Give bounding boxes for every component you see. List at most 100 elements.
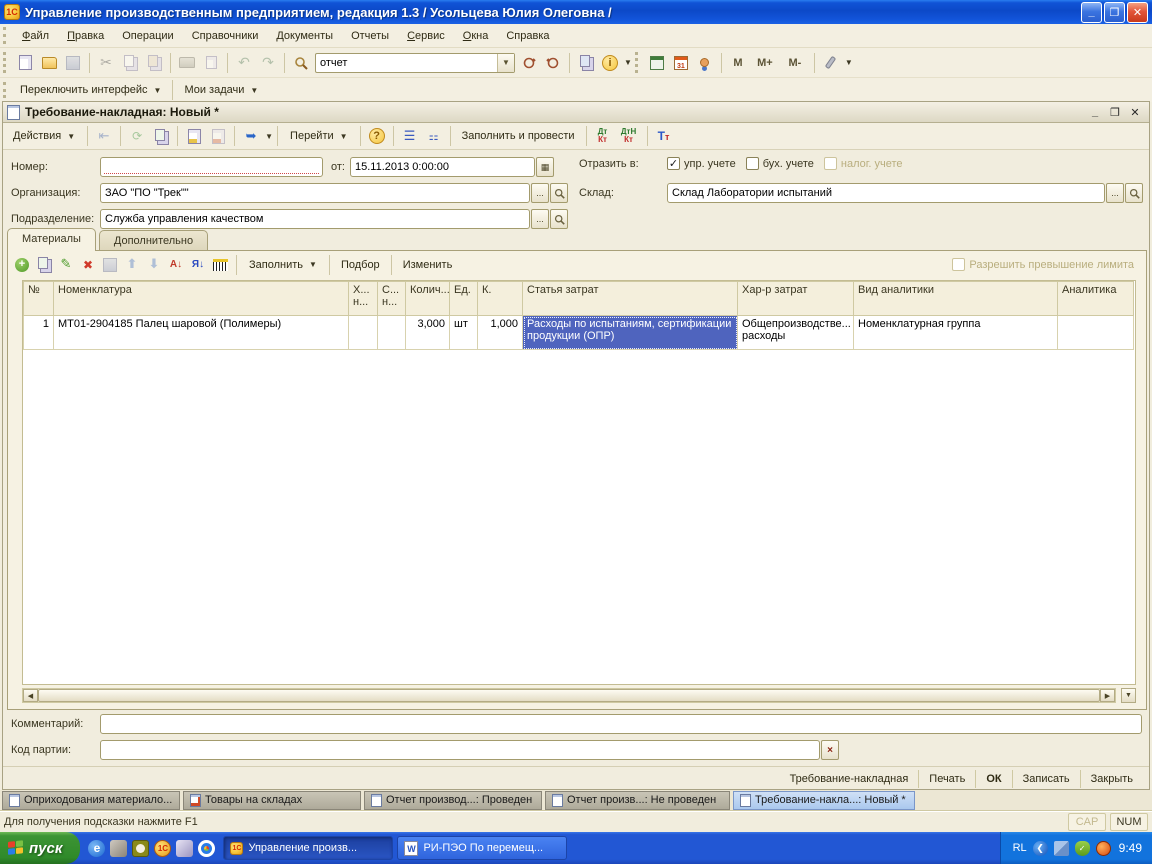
find-next-icon[interactable] bbox=[518, 52, 540, 74]
scrollbar-thumb[interactable] bbox=[38, 689, 1100, 702]
cell-characteristic[interactable] bbox=[348, 315, 378, 350]
cell-cost-nature[interactable]: Общепроизводстве... расходы bbox=[737, 315, 854, 350]
help-icon[interactable]: ? bbox=[366, 125, 388, 147]
menu-help[interactable]: Справка bbox=[497, 27, 558, 45]
menu-references[interactable]: Справочники bbox=[183, 27, 268, 45]
switch-interface-button[interactable]: Переключить интерфейс ▼ bbox=[13, 81, 168, 99]
search-combobox[interactable]: отчет ▼ bbox=[315, 52, 515, 73]
save-button[interactable]: Записать bbox=[1013, 770, 1081, 788]
fill-button[interactable]: Заполнить ▼ bbox=[241, 256, 325, 274]
edit-row-icon[interactable]: ✎ bbox=[56, 255, 76, 275]
col-cost-nature[interactable]: Хар-р затрат bbox=[737, 281, 854, 316]
undo-icon[interactable]: ↶ bbox=[233, 52, 255, 74]
end-edit-icon[interactable] bbox=[100, 255, 120, 275]
chrome-icon[interactable] bbox=[198, 839, 216, 857]
cell-analytics-type[interactable]: Номенклатурная группа bbox=[853, 315, 1058, 350]
goto-button[interactable]: Перейти ▼ bbox=[282, 127, 356, 145]
requisition-invoice-button[interactable]: Требование-накладная bbox=[780, 770, 920, 788]
warehouse-input[interactable]: Склад Лаборатории испытаний bbox=[667, 183, 1105, 203]
memory-recall-button[interactable]: M bbox=[727, 52, 749, 74]
copy-icon[interactable] bbox=[119, 52, 141, 74]
info-icon[interactable]: i bbox=[599, 52, 621, 74]
tab-materials[interactable]: Материалы bbox=[7, 228, 96, 251]
scroll-left-icon[interactable]: ◀ bbox=[23, 689, 38, 702]
task-1c-enterprise[interactable]: 1С Управление произв... bbox=[223, 836, 394, 860]
window-tab-report-posted[interactable]: Отчет производ...: Проведен bbox=[364, 790, 542, 810]
number-input[interactable] bbox=[100, 157, 323, 177]
menu-reports[interactable]: Отчеты bbox=[342, 27, 398, 45]
copy-add-icon[interactable] bbox=[150, 125, 172, 147]
search-icon[interactable] bbox=[290, 52, 312, 74]
move-up-icon[interactable]: ⬆ bbox=[122, 255, 142, 275]
save-icon[interactable] bbox=[62, 52, 84, 74]
list-settings-icon[interactable]: ☰ bbox=[399, 125, 421, 147]
structure-icon[interactable]: ⚏ bbox=[423, 125, 445, 147]
col-coefficient[interactable]: К. bbox=[477, 281, 523, 316]
batch-code-input[interactable] bbox=[100, 740, 820, 760]
tab-additional[interactable]: Дополнительно bbox=[98, 230, 209, 251]
comment-input[interactable] bbox=[100, 714, 1142, 734]
menu-windows[interactable]: Окна bbox=[454, 27, 498, 45]
print-preview-icon[interactable] bbox=[200, 52, 222, 74]
col-analytics-type[interactable]: Вид аналитики bbox=[853, 281, 1058, 316]
mail-app-icon[interactable] bbox=[110, 839, 128, 857]
delete-row-icon[interactable]: ✖ bbox=[78, 255, 98, 275]
search-dropdown-icon[interactable]: ▼ bbox=[497, 53, 514, 72]
open-icon[interactable] bbox=[38, 52, 60, 74]
cell-series[interactable] bbox=[377, 315, 406, 350]
actions-button[interactable]: Действия ▼ bbox=[5, 127, 83, 145]
cell-number[interactable]: 1 bbox=[23, 315, 54, 350]
menu-operations[interactable]: Операции bbox=[113, 27, 182, 45]
change-button[interactable]: Изменить bbox=[396, 256, 460, 274]
menu-edit[interactable]: Правка bbox=[58, 27, 113, 45]
col-number[interactable]: № bbox=[23, 281, 54, 316]
settings-wrench-icon[interactable] bbox=[820, 52, 842, 74]
pick-button[interactable]: Подбор bbox=[334, 256, 387, 274]
warehouse-open-icon[interactable] bbox=[1125, 183, 1143, 203]
memory-subtract-button[interactable]: M- bbox=[781, 52, 809, 74]
post-document-icon[interactable] bbox=[183, 125, 205, 147]
cell-unit[interactable]: шт bbox=[449, 315, 478, 350]
cell-quantity[interactable]: 3,000 bbox=[405, 315, 450, 350]
language-indicator[interactable]: RL bbox=[1013, 842, 1027, 854]
tray-app-icon[interactable] bbox=[1095, 840, 1111, 856]
menu-service[interactable]: Сервис bbox=[398, 27, 454, 45]
my-tasks-button[interactable]: Мои задачи ▼ bbox=[177, 81, 265, 99]
cell-coefficient[interactable]: 1,000 bbox=[477, 315, 523, 350]
calculator-icon[interactable] bbox=[646, 52, 668, 74]
batch-clear-icon[interactable]: × bbox=[821, 740, 839, 760]
print-button[interactable]: Печать bbox=[919, 770, 977, 788]
info-dropdown-icon[interactable]: ▼ bbox=[624, 58, 632, 67]
barcode-icon[interactable] bbox=[210, 255, 230, 275]
department-ellipsis-button[interactable]: ... bbox=[531, 209, 549, 229]
toolbar-grip[interactable] bbox=[3, 81, 10, 99]
office-app-icon[interactable] bbox=[176, 839, 194, 857]
posting-filter-icon[interactable]: Тт bbox=[653, 125, 675, 147]
horizontal-scrollbar[interactable]: ◀ ▶ bbox=[22, 688, 1116, 703]
menu-documents[interactable]: Документы bbox=[267, 27, 342, 45]
restore-button[interactable]: ❐ bbox=[1104, 1, 1125, 23]
cell-cost-item-selected[interactable]: Расходы по испытаниям, сертификации прод… bbox=[522, 315, 738, 350]
department-input[interactable]: Служба управления качеством bbox=[100, 209, 530, 229]
doc-minimize-button[interactable]: _ bbox=[1085, 104, 1105, 120]
toolbar-grip[interactable] bbox=[3, 52, 10, 73]
col-series[interactable]: С... н... bbox=[377, 281, 406, 316]
toolbar-grip[interactable] bbox=[3, 27, 10, 44]
network-icon[interactable] bbox=[1053, 840, 1069, 856]
dtkt-icon[interactable]: Дт Кт bbox=[592, 125, 614, 147]
organization-input[interactable]: ЗАО "ПО "Трек"" bbox=[100, 183, 530, 203]
1c-shortcut-icon[interactable]: 1С bbox=[154, 839, 172, 857]
department-open-icon[interactable] bbox=[550, 209, 568, 229]
user-permissions-icon[interactable] bbox=[694, 52, 716, 74]
accounting-checkbox[interactable] bbox=[745, 157, 759, 170]
start-button[interactable]: пуск bbox=[0, 832, 81, 864]
move-down-icon[interactable]: ⬇ bbox=[144, 255, 164, 275]
management-accounting-checkbox[interactable]: ✓ bbox=[667, 157, 680, 170]
organization-open-icon[interactable] bbox=[550, 183, 568, 203]
cell-analytics[interactable] bbox=[1057, 315, 1134, 350]
reread-icon[interactable]: ⇤ bbox=[93, 125, 115, 147]
minimize-button[interactable]: _ bbox=[1081, 1, 1102, 23]
date-input[interactable]: 15.11.2013 0:00:00 bbox=[349, 157, 535, 177]
unpost-document-icon[interactable] bbox=[207, 125, 229, 147]
antivirus-shield-icon[interactable]: ✓ bbox=[1074, 840, 1090, 856]
